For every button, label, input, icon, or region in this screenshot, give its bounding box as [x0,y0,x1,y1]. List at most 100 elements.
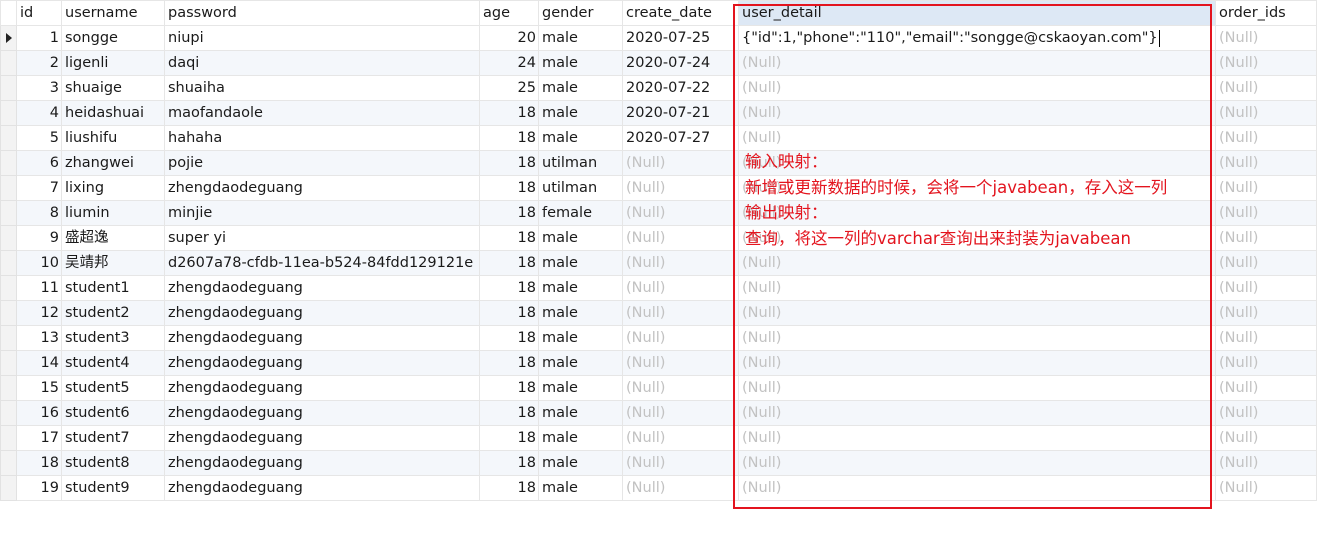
cell-create-date[interactable]: (Null) [622,300,739,326]
cell-order-ids[interactable]: (Null) [1215,75,1317,101]
row-indicator[interactable] [0,350,17,376]
cell-password[interactable]: zhengdaodeguang [164,325,480,351]
cell-create-date[interactable]: (Null) [622,200,739,226]
row-indicator[interactable] [0,400,17,426]
table-row[interactable]: 2 ligenli daqi 24 male 2020-07-24 (Null) (Null) [0,50,1317,76]
cell-username[interactable]: lixing [61,175,165,201]
cell-age[interactable]: 25 [479,75,539,101]
cell-create-date[interactable]: (Null) [622,150,739,176]
col-header-password[interactable]: password [164,0,480,26]
cell-order-ids[interactable]: (Null) [1215,225,1317,251]
cell-create-date[interactable]: (Null) [622,475,739,501]
cell-user-detail[interactable]: (Null) [738,100,1216,126]
cell-id[interactable]: 16 [16,400,62,426]
cell-username[interactable]: liumin [61,200,165,226]
cell-password[interactable]: shuaiha [164,75,480,101]
row-indicator[interactable] [0,250,17,276]
cell-user-detail[interactable]: (Null) [738,75,1216,101]
cell-create-date[interactable]: (Null) [622,275,739,301]
table-row[interactable]: 19 student9 zhengdaodeguang 18 male (Null) (Nu… [0,475,1317,501]
cell-username[interactable]: student5 [61,375,165,401]
cell-id[interactable]: 2 [16,50,62,76]
table-row[interactable]: 14 student4 zhengdaodeguang 18 male (Null) (Nu… [0,350,1317,376]
row-indicator[interactable] [0,200,17,226]
cell-create-date[interactable]: (Null) [622,375,739,401]
cell-age[interactable]: 18 [479,225,539,251]
cell-username[interactable]: student3 [61,325,165,351]
cell-order-ids[interactable]: (Null) [1215,125,1317,151]
cell-password[interactable]: zhengdaodeguang [164,475,480,501]
table-row[interactable]: 4 heidashuai maofandaole 18 male 2020-07-21 (N… [0,100,1317,126]
cell-age[interactable]: 18 [479,100,539,126]
cell-username[interactable]: heidashuai [61,100,165,126]
cell-age[interactable]: 18 [479,450,539,476]
cell-gender[interactable]: male [538,50,623,76]
cell-create-date[interactable]: (Null) [622,400,739,426]
cell-order-ids[interactable]: (Null) [1215,400,1317,426]
cell-username[interactable]: songge [61,25,165,51]
cell-age[interactable]: 18 [479,300,539,326]
cell-create-date[interactable]: (Null) [622,450,739,476]
cell-gender[interactable]: male [538,250,623,276]
cell-user-detail[interactable]: (Null) [738,475,1216,501]
row-indicator[interactable] [0,425,17,451]
cell-gender[interactable]: male [538,325,623,351]
row-indicator[interactable] [0,75,17,101]
cell-id[interactable]: 11 [16,275,62,301]
cell-username[interactable]: student6 [61,400,165,426]
cell-password[interactable]: zhengdaodeguang [164,300,480,326]
cell-age[interactable]: 20 [479,25,539,51]
cell-password[interactable]: hahaha [164,125,480,151]
row-indicator[interactable] [0,225,17,251]
cell-create-date[interactable]: (Null) [622,250,739,276]
cell-gender[interactable]: male [538,300,623,326]
table-row[interactable]: 11 student1 zhengdaodeguang 18 male (Null) (Nu… [0,275,1317,301]
cell-username[interactable]: student9 [61,475,165,501]
cell-id[interactable]: 17 [16,425,62,451]
cell-id[interactable]: 10 [16,250,62,276]
row-indicator[interactable] [0,300,17,326]
cell-order-ids[interactable]: (Null) [1215,300,1317,326]
cell-id[interactable]: 6 [16,150,62,176]
cell-user-detail[interactable]: (Null) [738,350,1216,376]
cell-order-ids[interactable]: (Null) [1215,50,1317,76]
col-header-gender[interactable]: gender [538,0,623,26]
cell-id[interactable]: 15 [16,375,62,401]
cell-password[interactable]: maofandaole [164,100,480,126]
cell-age[interactable]: 18 [479,275,539,301]
row-indicator[interactable] [0,125,17,151]
cell-order-ids[interactable]: (Null) [1215,425,1317,451]
table-row[interactable]: 18 student8 zhengdaodeguang 18 male (Null) (Nu… [0,450,1317,476]
table-row[interactable]: 13 student3 zhengdaodeguang 18 male (Null) (Nu… [0,325,1317,351]
cell-gender[interactable]: male [538,125,623,151]
row-indicator[interactable] [0,475,17,501]
col-header-username[interactable]: username [61,0,165,26]
cell-id[interactable]: 14 [16,350,62,376]
cell-age[interactable]: 18 [479,125,539,151]
cell-age[interactable]: 18 [479,475,539,501]
cell-age[interactable]: 18 [479,375,539,401]
cell-gender[interactable]: male [538,350,623,376]
cell-age[interactable]: 18 [479,250,539,276]
cell-age[interactable]: 18 [479,200,539,226]
cell-id[interactable]: 4 [16,100,62,126]
row-indicator[interactable] [0,25,17,51]
cell-password[interactable]: zhengdaodeguang [164,175,480,201]
cell-order-ids[interactable]: (Null) [1215,175,1317,201]
table-row[interactable]: 1 songge niupi 20 male 2020-07-25 {"id":1,"pho… [0,25,1317,51]
cell-user-detail[interactable]: {"id":1,"phone":"110","email":"songge@cs… [738,25,1216,51]
cell-password[interactable]: minjie [164,200,480,226]
table-row[interactable]: 12 student2 zhengdaodeguang 18 male (Null) (Nu… [0,300,1317,326]
cell-user-detail[interactable]: (Null) [738,375,1216,401]
col-header-age[interactable]: age [479,0,539,26]
cell-order-ids[interactable]: (Null) [1215,100,1317,126]
cell-id[interactable]: 19 [16,475,62,501]
cell-gender[interactable]: male [538,400,623,426]
row-indicator[interactable] [0,275,17,301]
cell-age[interactable]: 18 [479,175,539,201]
cell-create-date[interactable]: (Null) [622,225,739,251]
cell-user-detail[interactable]: (Null) [738,425,1216,451]
cell-age[interactable]: 18 [479,425,539,451]
row-indicator[interactable] [0,150,17,176]
cell-password[interactable]: zhengdaodeguang [164,400,480,426]
